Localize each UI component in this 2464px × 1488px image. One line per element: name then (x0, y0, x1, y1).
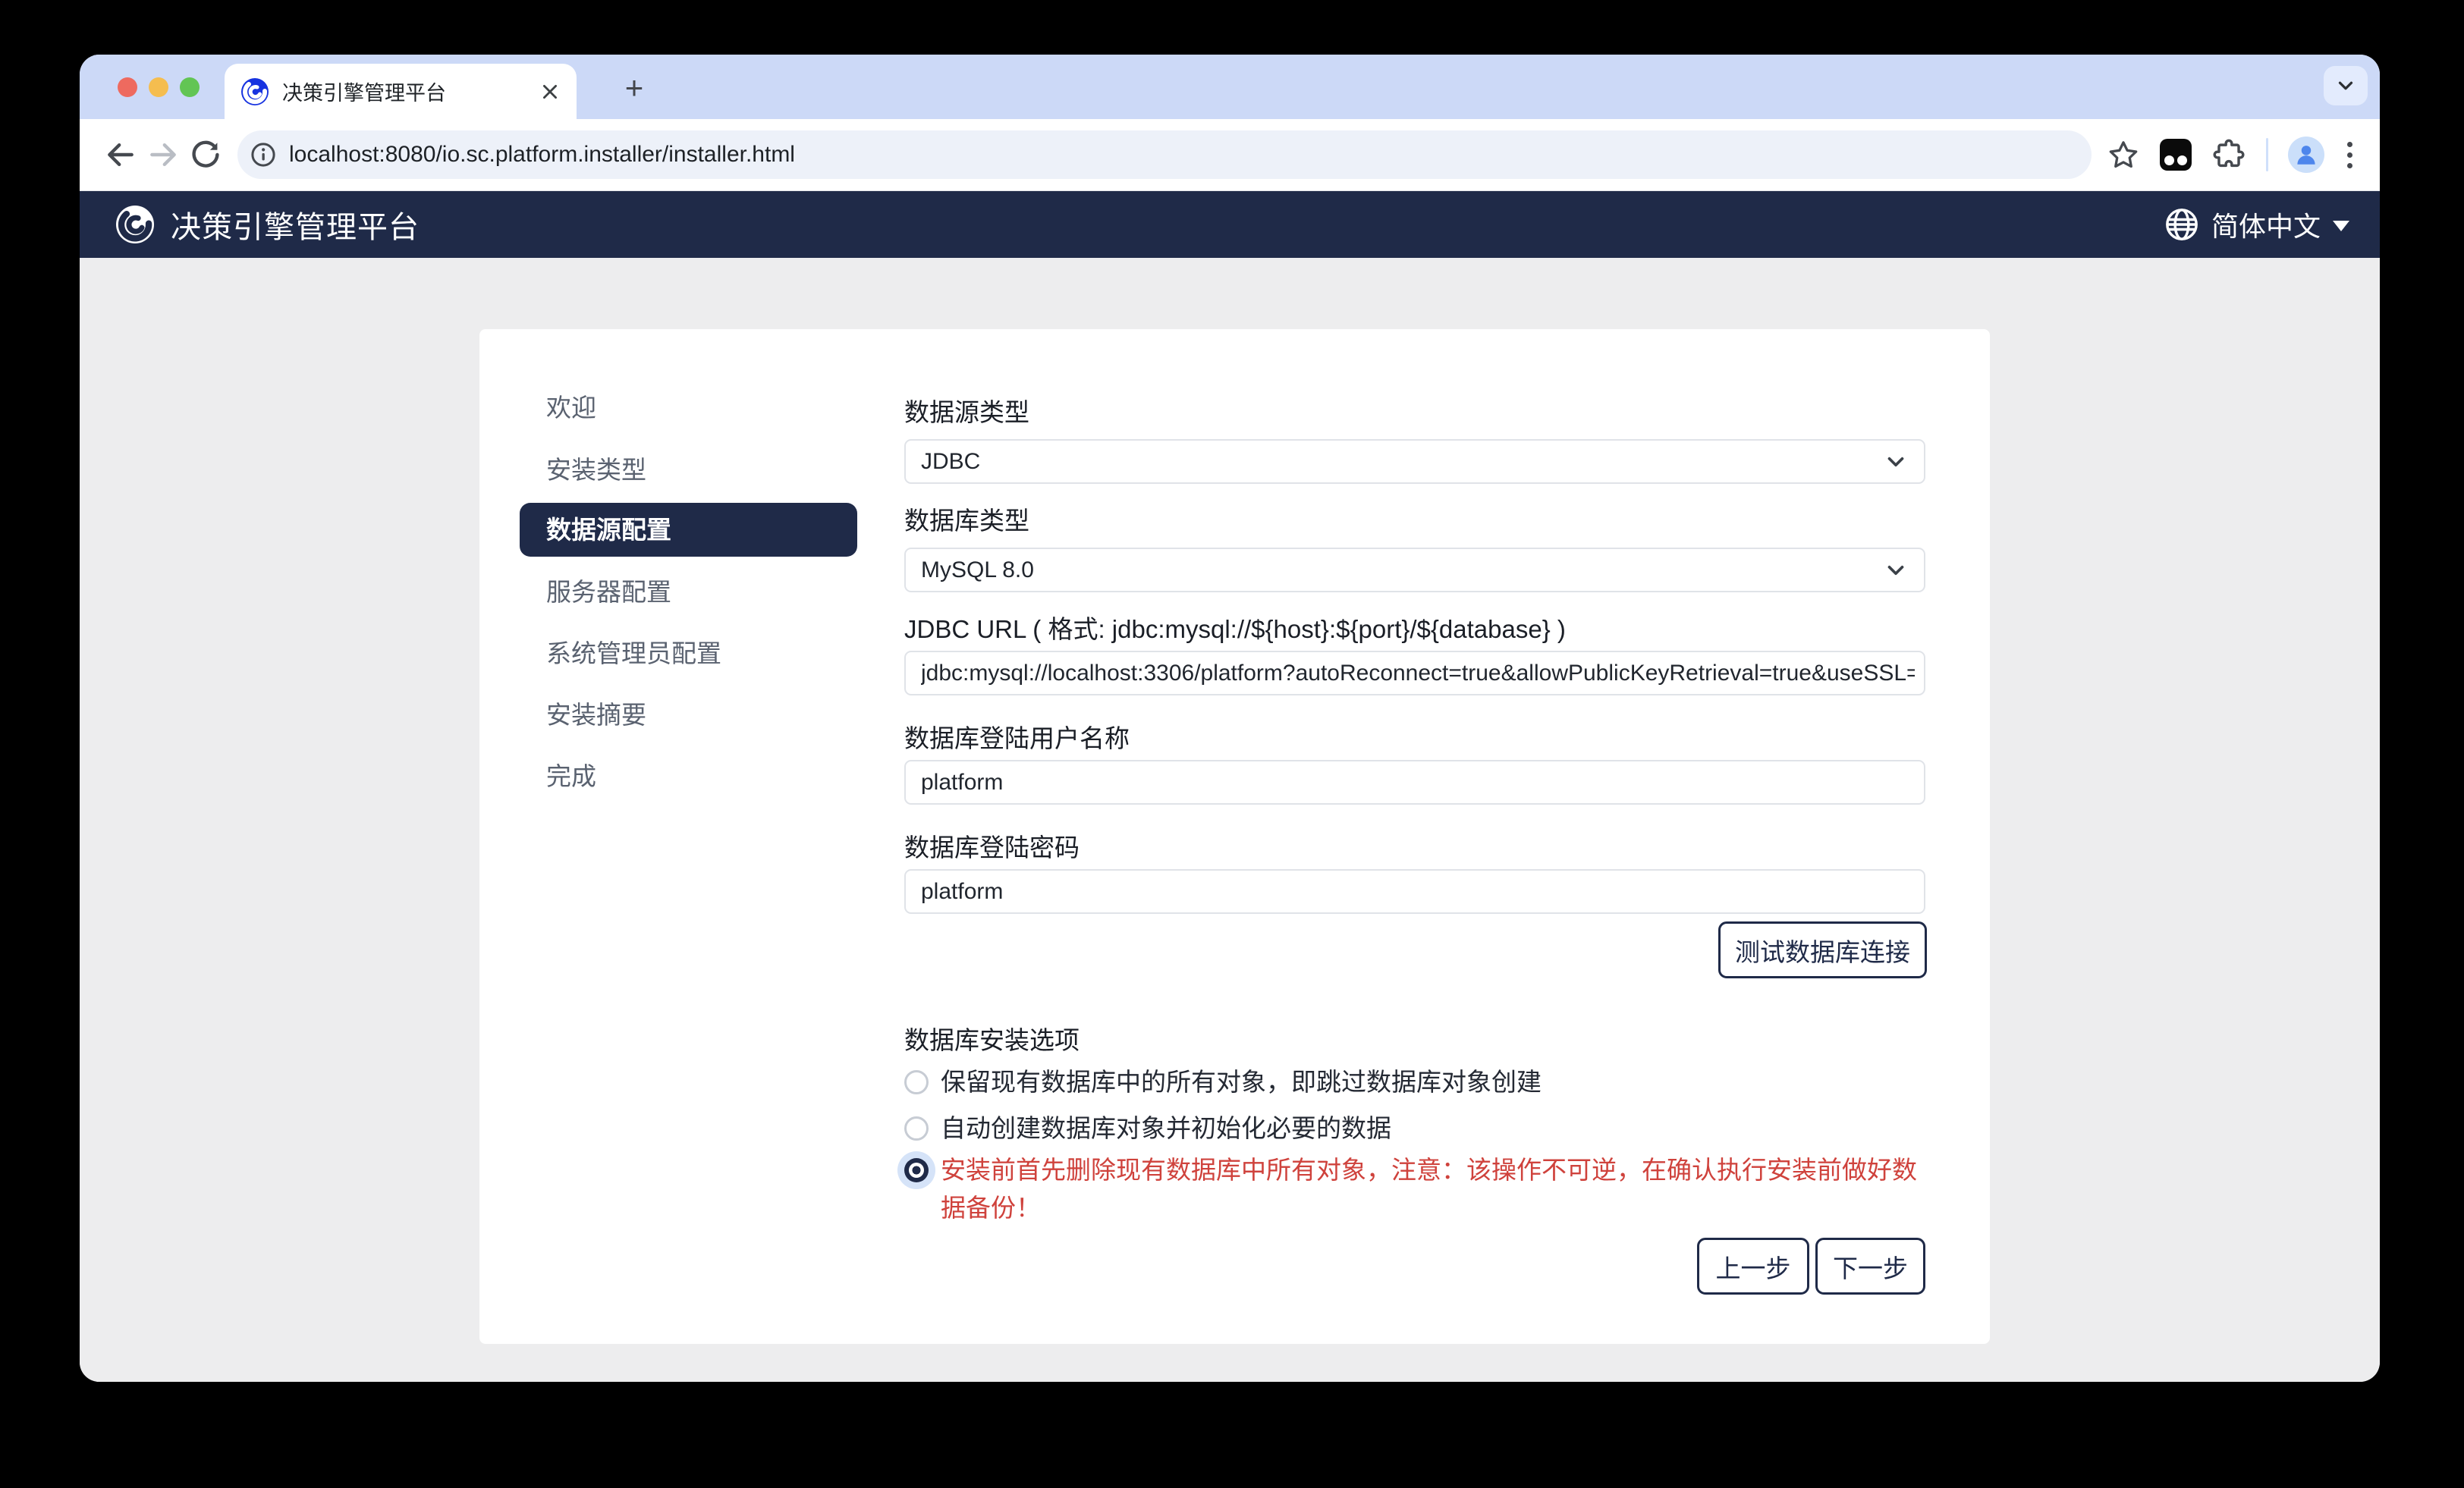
previous-step-button[interactable]: 上一步 (1697, 1238, 1809, 1295)
sidebar-item-finish[interactable]: 完成 (520, 749, 857, 803)
installer-card: 欢迎 安装类型 数据源配置 服务器配置 系统管理员配置 安装摘要 完成 数据源类… (479, 329, 1990, 1344)
db-password-input[interactable] (904, 869, 1925, 914)
bookmark-star-icon[interactable] (2107, 138, 2140, 171)
site-info-icon[interactable] (250, 141, 277, 168)
radio-button[interactable] (904, 1116, 929, 1141)
chevron-down-icon (1883, 449, 1909, 475)
language-switcher[interactable]: 简体中文 (2164, 205, 2349, 244)
datasource-type-value: JDBC (921, 449, 1872, 475)
back-button[interactable] (99, 133, 142, 176)
datasource-type-label: 数据源类型 (904, 392, 1029, 429)
close-tab-icon[interactable] (540, 82, 560, 102)
close-window-button[interactable] (118, 77, 137, 97)
install-option-auto-create[interactable]: 自动创建数据库对象并初始化必要的数据 (904, 1110, 1391, 1147)
extensions-puzzle-icon[interactable] (2211, 137, 2246, 172)
forward-button[interactable] (142, 133, 184, 176)
dark-extension-icon[interactable] (2160, 139, 2192, 171)
tab-title: 决策引擎管理平台 (282, 77, 540, 106)
sidebar-item-install-summary[interactable]: 安装摘要 (520, 688, 857, 742)
address-bar[interactable]: localhost:8080/io.sc.platform.installer/… (237, 130, 2092, 179)
profile-avatar[interactable] (2288, 137, 2324, 173)
app-header: 决策引擎管理平台 简体中文 (80, 191, 2380, 258)
url-text[interactable]: localhost:8080/io.sc.platform.installer/… (289, 142, 795, 168)
install-options-label: 数据库安装选项 (904, 1020, 1080, 1056)
install-option-drop-all[interactable]: 安装前首先删除现有数据库中所有对象，注意：该操作不可逆，在确认执行安装前做好数据… (904, 1151, 1919, 1227)
install-option-keep-objects[interactable]: 保留现有数据库中的所有对象，即跳过数据库对象创建 (904, 1063, 1542, 1101)
next-step-button[interactable]: 下一步 (1815, 1238, 1925, 1295)
datasource-type-select[interactable]: JDBC (904, 439, 1925, 484)
tab-strip: 决策引擎管理平台 + (80, 55, 2380, 119)
sidebar-item-server-config[interactable]: 服务器配置 (520, 565, 857, 619)
jdbc-url-input[interactable] (904, 651, 1925, 695)
browser-window: 决策引擎管理平台 + localhost:8 (80, 55, 2380, 1382)
sidebar-item-install-type[interactable]: 安装类型 (520, 443, 857, 497)
sidebar-item-datasource-config[interactable]: 数据源配置 (520, 503, 857, 557)
installer-page: 欢迎 安装类型 数据源配置 服务器配置 系统管理员配置 安装摘要 完成 数据源类… (80, 258, 2380, 1382)
caret-down-icon (2333, 221, 2349, 231)
test-connection-button[interactable]: 测试数据库连接 (1718, 921, 1927, 978)
browser-tab[interactable]: 决策引擎管理平台 (225, 64, 577, 119)
language-label: 简体中文 (2211, 205, 2321, 244)
database-type-select[interactable]: MySQL 8.0 (904, 548, 1925, 592)
favicon-swirl-icon (241, 78, 269, 105)
toolbar-separator (2266, 138, 2268, 171)
datasource-form: 数据源类型 JDBC 数据库类型 MySQL 8.0 JDBC URL ( 格式… (904, 329, 1925, 1344)
database-type-label: 数据库类型 (904, 501, 1029, 537)
db-password-label: 数据库登陆密码 (904, 827, 1080, 864)
browser-menu-icon[interactable] (2344, 139, 2356, 171)
person-icon (2293, 142, 2319, 168)
minimize-window-button[interactable] (149, 77, 168, 97)
fullscreen-window-button[interactable] (180, 77, 200, 97)
radio-button[interactable] (904, 1070, 929, 1094)
chevron-down-icon (2334, 74, 2357, 97)
db-username-label: 数据库登陆用户名称 (904, 718, 1130, 755)
app-logo-swirl-icon (116, 206, 154, 243)
database-type-value: MySQL 8.0 (921, 557, 1872, 583)
reload-button[interactable] (184, 133, 227, 176)
jdbc-url-label: JDBC URL ( 格式: jdbc:mysql://${host}:${po… (904, 609, 1566, 645)
radio-button[interactable] (904, 1158, 929, 1182)
sidebar-item-admin-config[interactable]: 系统管理员配置 (520, 626, 857, 680)
browser-toolbar: localhost:8080/io.sc.platform.installer/… (80, 119, 2380, 191)
app-title: 决策引擎管理平台 (171, 202, 420, 246)
chevron-down-icon (1883, 557, 1909, 583)
globe-icon (2164, 207, 2199, 242)
new-tab-button[interactable]: + (614, 68, 654, 108)
db-username-input[interactable] (904, 760, 1925, 805)
sidebar-item-welcome[interactable]: 欢迎 (520, 381, 857, 435)
tab-search-chevron-button[interactable] (2324, 66, 2368, 105)
